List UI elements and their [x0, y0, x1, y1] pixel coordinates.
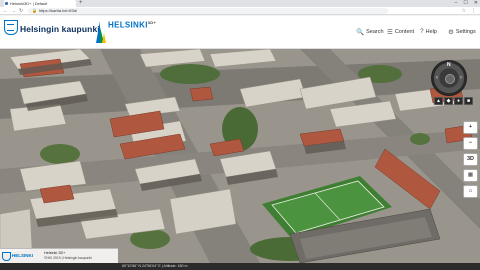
home-view-button[interactable]: ⌂	[463, 185, 478, 198]
toggle-3d-button[interactable]: 3D	[463, 153, 478, 166]
info-logo-word: HELSINKI	[12, 253, 34, 258]
app-header: Helsingin kaupunki HELSINKI3D+ 🔍 Search …	[0, 16, 480, 49]
product-name: HELSINKI3D+	[108, 20, 156, 30]
tab-title: Helsinki3D+ | Default	[10, 1, 48, 6]
zoom-out-button[interactable]: −	[463, 137, 478, 150]
menu-settings[interactable]: ⚙ Settings	[448, 28, 476, 36]
url-field[interactable]: 🔒 https://kartta.hel.fi/3d/	[28, 8, 388, 14]
window-controls: – ☐ ✕	[455, 0, 478, 7]
address-icons: ☆ ⋮	[462, 7, 476, 15]
bookmark-star-icon[interactable]: ☆	[462, 7, 466, 15]
menu-search-label: Search	[366, 29, 384, 35]
product-name-text: HELSINKI	[108, 20, 148, 30]
scene-icon-2[interactable]: ◆	[444, 97, 453, 105]
content-icon: ☰	[387, 29, 393, 36]
minimize-icon[interactable]: –	[455, 0, 458, 7]
city-3d-scene	[0, 49, 480, 263]
map-viewport[interactable]: N ‹ › ▲ ◆ ● ■ + − 3D ▦ ⌂	[0, 49, 480, 263]
search-icon: 🔍	[356, 29, 365, 36]
navigation-compass[interactable]: N ‹ ›	[431, 60, 467, 96]
menu-help[interactable]: ? Help	[420, 28, 437, 35]
browser-nav: ← → ↻	[3, 7, 23, 15]
menu-help-label: Help	[425, 28, 437, 35]
browser-tab-bar: Helsinki3D+ | Default + – ☐ ✕	[0, 0, 480, 7]
close-icon[interactable]: ✕	[474, 0, 478, 7]
scene-icon-4[interactable]: ■	[464, 97, 473, 105]
new-tab-button[interactable]: +	[79, 0, 83, 7]
rotate-left-icon[interactable]: ‹	[436, 75, 438, 81]
info-line-1: Helsinki 3D+	[44, 251, 66, 255]
info-line-2: ©HKI 2019 | Helsingin kaupunki	[44, 256, 92, 260]
tab-favicon-icon	[5, 2, 8, 5]
url-text: https://kartta.hel.fi/3d/	[38, 8, 78, 13]
scene-icon-3[interactable]: ●	[454, 97, 463, 105]
status-bar: 60°10'56" N 24°56'04" E | Altitude: 180 …	[0, 263, 480, 270]
browser-tab[interactable]: Helsinki3D+ | Default	[4, 0, 76, 7]
zoom-in-button[interactable]: +	[463, 121, 478, 134]
info-panel: HELSINKI Helsinki 3D+ ©HKI 2019 | Helsin…	[0, 248, 118, 263]
product-suffix: 3D+	[147, 20, 157, 25]
menu-search[interactable]: 🔍 Search	[356, 28, 384, 36]
menu-settings-label: Settings	[455, 29, 476, 35]
menu-content-label: Content	[394, 29, 415, 35]
rotate-right-icon[interactable]: ›	[460, 75, 462, 81]
maximize-icon[interactable]: ☐	[463, 0, 467, 7]
browser-address-bar: ← → ↻ 🔒 https://kartta.hel.fi/3d/ ☆ ⋮	[0, 7, 480, 15]
forward-icon[interactable]: →	[11, 7, 16, 15]
menu-content[interactable]: ☰ Content	[387, 28, 414, 36]
city-name[interactable]: Helsingin kaupunki	[20, 24, 100, 34]
scene-icon-1[interactable]: ▲	[434, 97, 443, 105]
help-icon: ?	[420, 28, 424, 35]
helsinki-shield-icon	[2, 252, 11, 261]
lock-icon: 🔒	[32, 8, 37, 13]
reload-icon[interactable]: ↻	[19, 7, 23, 15]
coordinates-readout: 60°10'56" N 24°56'04" E | Altitude: 180 …	[122, 264, 188, 268]
gear-icon: ⚙	[448, 29, 454, 36]
helsinki-3d-logo-icon	[96, 21, 106, 43]
browser-menu-icon[interactable]: ⋮	[471, 7, 476, 15]
helsinki-crest-icon[interactable]	[4, 20, 18, 35]
layers-button[interactable]: ▦	[463, 169, 478, 182]
scene-mode-icons: ▲ ◆ ● ■	[434, 97, 473, 105]
compass-north-label: N	[447, 62, 451, 68]
compass-center-icon[interactable]	[445, 74, 455, 84]
back-icon[interactable]: ←	[3, 7, 8, 15]
